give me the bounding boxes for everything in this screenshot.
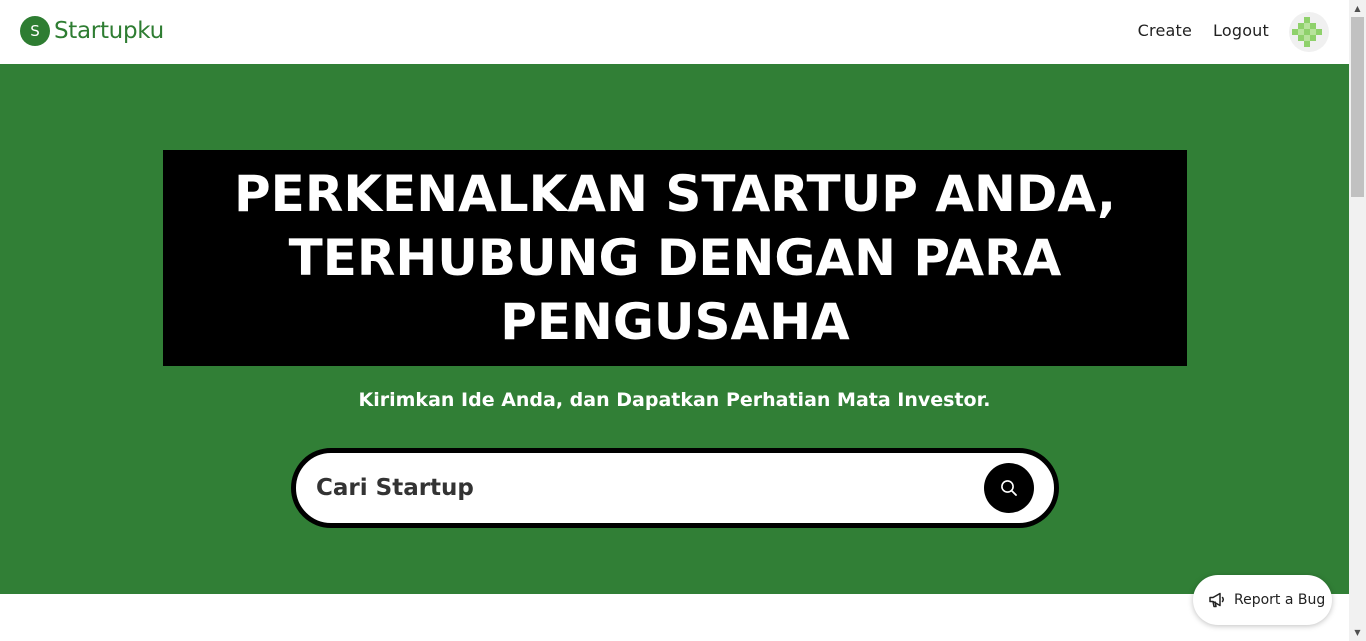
hero-headline: PERKENALKAN STARTUP ANDA, TERHUBUNG DENG… [234,165,1116,351]
search-icon [1001,480,1017,496]
search-bar [291,448,1059,528]
search-input[interactable] [316,465,976,511]
nav-links: Create Logout [1138,21,1269,40]
search-button[interactable] [984,463,1034,513]
megaphone-icon [1209,592,1224,608]
scroll-thumb[interactable] [1351,17,1364,197]
scroll-down-arrow-icon[interactable]: ▼ [1349,624,1366,641]
report-bug-label: Report a Bug [1234,592,1326,608]
headline-box: PERKENALKAN STARTUP ANDA, TERHUBUNG DENG… [163,150,1187,366]
nav-create-link[interactable]: Create [1138,21,1192,40]
hero-section: PERKENALKAN STARTUP ANDA, TERHUBUNG DENG… [0,64,1349,594]
identicon-avatar-icon [1292,17,1322,47]
hero-subtitle: Kirimkan Ide Anda, dan Dapatkan Perhatia… [358,389,991,411]
user-avatar[interactable] [1289,12,1329,52]
nav-logout-link[interactable]: Logout [1213,21,1269,40]
navbar: S Startupku Create Logout [0,0,1349,64]
scroll-up-arrow-icon[interactable]: ▲ [1349,0,1366,17]
brand-logo-link[interactable]: S Startupku [20,16,164,46]
report-bug-button[interactable]: Report a Bug [1193,575,1332,625]
brand-mark: S [20,16,50,46]
page-scrollbar[interactable]: ▲ ▼ [1349,0,1366,641]
brand-name: Startupku [54,18,164,44]
